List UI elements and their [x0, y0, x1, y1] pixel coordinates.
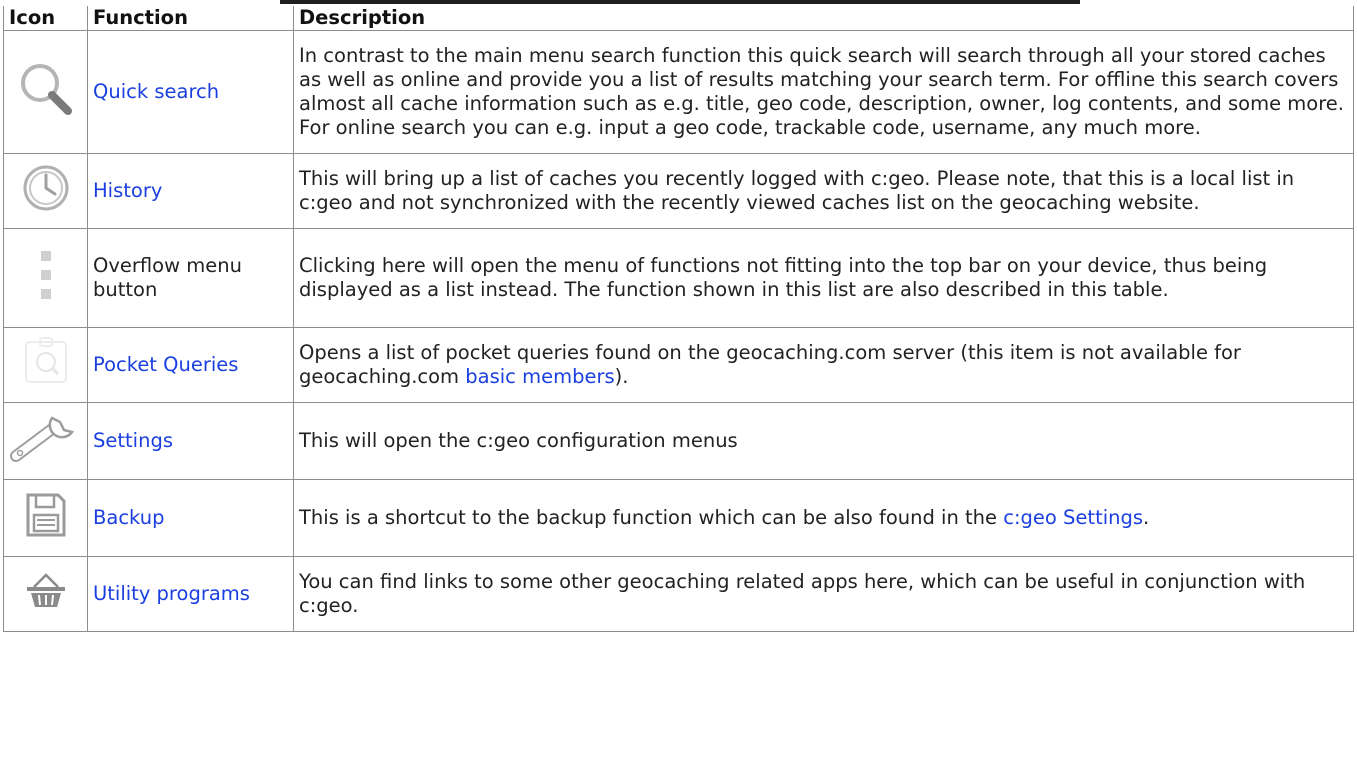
description-cell: This is a shortcut to the backup functio… — [293, 479, 1354, 557]
description-text: This is a shortcut to the backup functio… — [299, 506, 1004, 529]
table-row: Pocket Queries Opens a list of pocket qu… — [3, 327, 1354, 403]
function-cell: Pocket Queries — [87, 327, 294, 403]
settings-link[interactable]: Settings — [93, 429, 173, 452]
history-link[interactable]: History — [93, 179, 162, 202]
description-text-end: ). — [614, 365, 629, 388]
description-cell: This will open the c:geo configuration m… — [293, 402, 1354, 480]
description-text-end: . — [1143, 506, 1150, 529]
pocket-queries-link[interactable]: Pocket Queries — [93, 353, 238, 376]
header-description: Description — [293, 6, 1354, 31]
description-text: Opens a list of pocket queries found on … — [299, 341, 1241, 388]
icon-cell — [3, 30, 88, 154]
icon-cell — [3, 327, 88, 403]
icon-cell — [3, 228, 88, 328]
table-row: Utility programs You can find links to s… — [3, 556, 1354, 632]
function-cell: Backup — [87, 479, 294, 557]
magnifier-icon — [16, 59, 76, 125]
table-row: Overflow menu button Clicking here will … — [3, 228, 1354, 328]
cgeo-settings-link[interactable]: c:geo Settings — [1003, 506, 1143, 529]
backup-link[interactable]: Backup — [93, 506, 164, 529]
header-function: Function — [87, 6, 294, 31]
table-row: History This will bring up a list of cac… — [3, 153, 1354, 229]
description-cell: This will bring up a list of caches you … — [293, 153, 1354, 229]
basic-members-link[interactable]: basic members — [465, 365, 614, 388]
floppy-disk-icon — [24, 491, 68, 545]
table-row: Quick search In contrast to the main men… — [3, 30, 1354, 154]
description-cell: In contrast to the main menu search func… — [293, 30, 1354, 154]
basket-icon — [24, 571, 68, 617]
overflow-menu-icon — [36, 245, 56, 311]
top-divider-bar — [280, 0, 1080, 4]
description-cell: You can find links to some other geocach… — [293, 556, 1354, 632]
functions-table: Icon Function Description Quick search I… — [3, 6, 1354, 632]
function-cell: Settings — [87, 402, 294, 480]
table-row: Backup This is a shortcut to the backup … — [3, 479, 1354, 557]
icon-cell — [3, 479, 88, 557]
description-cell: Clicking here will open the menu of func… — [293, 228, 1354, 328]
table-row: Settings This will open the c:geo config… — [3, 402, 1354, 480]
icon-cell — [3, 153, 88, 229]
history-clock-icon — [21, 163, 71, 219]
function-cell: Quick search — [87, 30, 294, 154]
quick-search-link[interactable]: Quick search — [93, 80, 219, 103]
function-cell: Overflow menu button — [87, 228, 294, 328]
function-cell: History — [87, 153, 294, 229]
pocket-query-icon — [18, 334, 74, 396]
wrench-icon — [8, 410, 84, 472]
table-header-row: Icon Function Description — [3, 6, 1354, 31]
icon-cell — [3, 402, 88, 480]
icon-cell — [3, 556, 88, 632]
utility-programs-link[interactable]: Utility programs — [93, 582, 250, 605]
header-icon: Icon — [3, 6, 88, 31]
function-cell: Utility programs — [87, 556, 294, 632]
description-cell: Opens a list of pocket queries found on … — [293, 327, 1354, 403]
